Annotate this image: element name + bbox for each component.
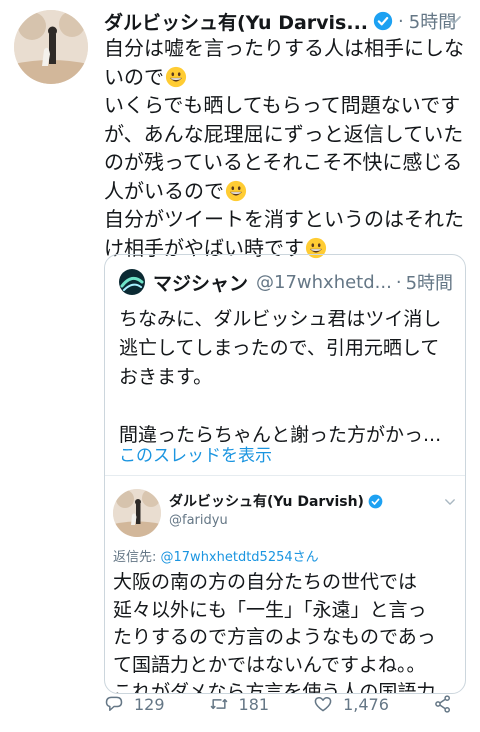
nested-text-line: たりするので方言のようなものであっ (113, 626, 436, 648)
nested-text-line: 大阪の南の方の自分たちの世代では (113, 571, 418, 593)
reply-icon (105, 696, 123, 711)
avatar-photo-icon (14, 10, 88, 84)
grinning-face-icon (225, 180, 247, 201)
retweet-button[interactable]: 181 (209, 694, 270, 714)
retweet-count: 181 (238, 694, 270, 714)
nested-handle[interactable]: @faridyu (169, 513, 228, 528)
quoted-display-name[interactable]: マジシャン (153, 269, 248, 296)
verified-badge-icon (368, 494, 383, 508)
nested-avatar[interactable] (113, 489, 161, 537)
chevron-down-icon[interactable] (443, 495, 457, 509)
tweet-actions: 129 181 1,476 (104, 690, 450, 718)
quoted-tweet[interactable]: マジシャン @17whxhetd... · 5時間 ちなみに、ダルビッシュ君はツ… (104, 254, 466, 694)
quoted-timestamp[interactable]: 5時間 (406, 269, 453, 295)
avatar-photo-icon (113, 489, 161, 537)
separator-dot: · (398, 10, 404, 32)
avatar[interactable] (14, 10, 88, 84)
reply-button[interactable]: 129 (104, 694, 165, 714)
tweet-header: ダルビッシュ有(Yu Darvis... · 5時間 (104, 6, 466, 36)
tweet-text-line: が、あんな屁理屈にずっと返信していた (104, 121, 464, 146)
nested-text-line: 延々以外にも「一生」「永遠」と言っ (113, 598, 427, 621)
tweet-text: 自分は嘘を言ったりする人は相手にしな いので いくらでも晒してもらって問題ないで… (104, 34, 470, 262)
nested-tweet-text: 大阪の南の方の自分たちの世代では 延々以外にも「一生」「永遠」と言っ たりするの… (113, 569, 458, 693)
chevron-down-icon[interactable] (444, 10, 464, 30)
divider (105, 475, 465, 476)
nested-text-line: て国語力とかではないんですよね。。 (113, 653, 426, 676)
separator-dot: · (395, 271, 402, 293)
display-name[interactable]: ダルビッシュ有(Yu Darvis... (104, 8, 368, 35)
heart-icon (314, 696, 332, 712)
quoted-text-line: 逃亡してしまったので、引用元晒して (119, 337, 440, 359)
quoted-text-line: おきます。 (119, 366, 213, 388)
tweet-text-line: 人がいるので (104, 177, 470, 206)
nested-name-row: ダルビッシュ有(Yu Darvish) (169, 491, 383, 511)
quoted-handle[interactable]: @17whxhetd... (256, 272, 392, 293)
tweet-text-line: のが残っているとそれこそ不快に感じる (104, 150, 463, 174)
reply-to-mention[interactable]: @17whxhetdtd5254さん (161, 550, 319, 565)
reply-to-label: 返信先: (113, 550, 161, 565)
like-count: 1,476 (343, 694, 389, 714)
reply-count: 129 (134, 694, 165, 714)
quoted-tweet-text: ちなみに、ダルビッシュ君はツイ消し 逃亡してしまったので、引用元晒して おきます… (119, 305, 455, 450)
tweet-text-line: 自分がツイートを消すというのはそれた (104, 207, 464, 231)
show-thread-link[interactable]: このスレッドを表示 (119, 441, 272, 466)
share-icon (435, 695, 450, 713)
like-button[interactable]: 1,476 (313, 694, 389, 714)
reply-to: 返信先: @17whxhetdtd5254さん (113, 546, 319, 565)
quoted-text-line: ちなみに、ダルビッシュ君はツイ消し (119, 308, 442, 330)
verified-badge-icon (373, 11, 393, 31)
share-button[interactable] (433, 694, 463, 714)
nested-display-name[interactable]: ダルビッシュ有(Yu Darvish) (169, 491, 364, 511)
tweet-text-line: 自分は嘘を言ったりする人は相手にしな (104, 36, 464, 60)
quoted-tweet-header: マジシャン @17whxhetd... · 5時間 (119, 267, 455, 297)
tweet-text-line: いくらでも晒してもらって問題ないです (104, 93, 461, 117)
retweet-icon (210, 698, 228, 710)
quoted-avatar[interactable] (119, 269, 145, 295)
tweet[interactable]: ダルビッシュ有(Yu Darvis... · 5時間 自分は嘘を言ったりする人は… (0, 0, 480, 732)
tweet-text-line: いので (104, 63, 470, 92)
quoted-text-line (119, 392, 455, 421)
grinning-face-icon (165, 66, 187, 87)
